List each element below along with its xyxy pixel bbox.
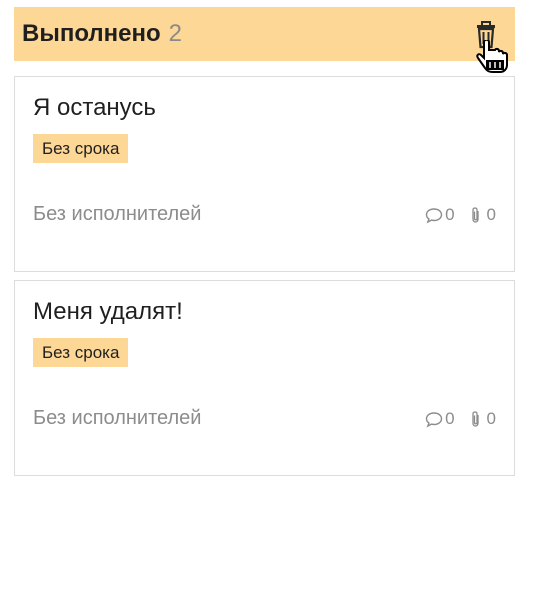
paperclip-icon <box>471 207 479 223</box>
comments-count: 0 <box>445 205 455 224</box>
comment-icon <box>425 208 443 224</box>
column-count: 2 <box>168 20 182 47</box>
task-card[interactable]: Меня удалят! Без срока Без исполнителей … <box>14 280 515 476</box>
trash-icon <box>477 21 495 49</box>
deadline-badge: Без срока <box>33 134 129 163</box>
assignees-label: Без исполнителей <box>33 407 202 429</box>
task-card[interactable]: Я останусь Без срока Без исполнителей 0 … <box>14 76 515 272</box>
card-meta: 0 0 <box>425 205 496 225</box>
card-title: Меня удалят! <box>33 298 183 325</box>
paperclip-icon <box>471 411 479 427</box>
deadline-badge: Без срока <box>33 338 129 367</box>
attachments-count: 0 <box>486 409 496 428</box>
comments-count: 0 <box>445 409 455 428</box>
card-title: Я останусь <box>33 94 156 121</box>
delete-column-button[interactable] <box>473 21 499 49</box>
card-meta: 0 0 <box>425 409 496 429</box>
assignees-label: Без исполнителей <box>33 203 202 225</box>
column-header: Выполнено 2 <box>14 7 515 61</box>
comment-icon <box>425 412 443 428</box>
attachments-count: 0 <box>486 205 496 224</box>
column-title: Выполнено <box>22 20 161 47</box>
